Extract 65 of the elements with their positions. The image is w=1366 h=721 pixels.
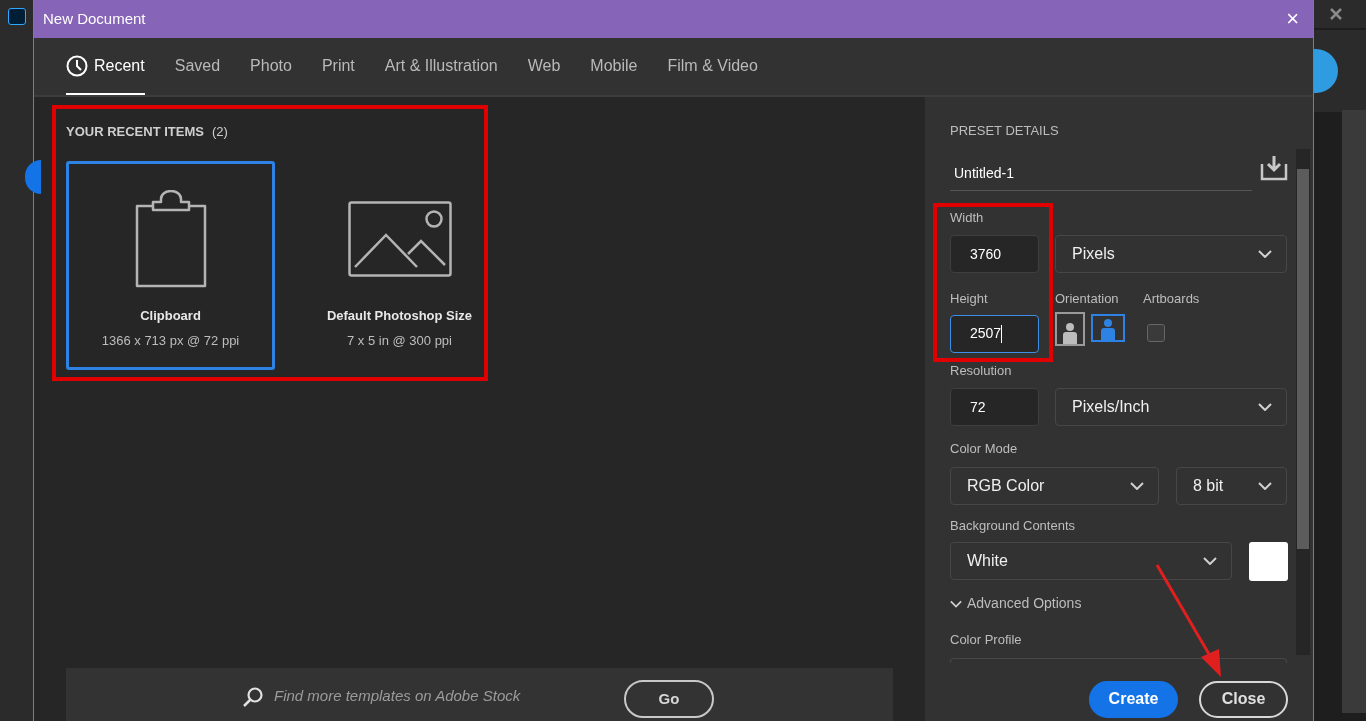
window-title: New Document: [43, 8, 146, 29]
scrollbar[interactable]: [1296, 149, 1310, 655]
chevron-down-icon: [1130, 481, 1144, 490]
tab[interactable]: Film & Video: [667, 38, 758, 95]
field-label: Height: [950, 290, 989, 308]
landscape-button[interactable]: [1091, 313, 1125, 342]
scrollbar[interactable]: [1342, 110, 1366, 713]
go-button[interactable]: Go: [624, 680, 714, 718]
app-logo-icon: [7, 8, 26, 25]
close-button[interactable]: Close: [1199, 680, 1288, 718]
chevron-down-icon: [1258, 481, 1272, 490]
field-label: Orientation: [1055, 290, 1120, 308]
search-field[interactable]: Find more templates on Adobe Stock: [274, 685, 604, 708]
clipboard-icon: [134, 189, 207, 288]
button-edge: [25, 160, 41, 194]
chevron-down-icon: [1203, 557, 1217, 565]
scrollbar-thumb[interactable]: [1297, 169, 1309, 549]
portrait-button[interactable]: [1055, 311, 1085, 346]
dropdown[interactable]: White: [950, 542, 1232, 580]
clock-icon: [66, 54, 88, 77]
field-label: Width: [950, 208, 985, 227]
input-field[interactable]: 2507: [950, 314, 1039, 353]
section-heading: YOUR RECENT ITEMS: [66, 123, 204, 141]
avatar: [1314, 49, 1338, 93]
advanced-options-toggle[interactable]: Advanced Options: [950, 593, 1082, 614]
tab[interactable]: Print: [321, 38, 355, 95]
field-label: Background Contents: [950, 516, 1077, 535]
person-icon: [1061, 321, 1079, 344]
dropdown[interactable]: Pixels/Inch: [1055, 388, 1287, 426]
image-icon: [347, 200, 452, 277]
dropdown[interactable]: Pixels: [1055, 235, 1287, 273]
dropdown[interactable]: 8 bit: [1176, 466, 1287, 505]
card-title: Default Photoshop Size: [326, 306, 473, 325]
save-preset-icon: [1260, 154, 1288, 181]
card-detail: 7 x 5 in @ 300 ppi: [347, 332, 452, 350]
tab[interactable]: Mobile: [590, 38, 638, 95]
name-field[interactable]: Untitled-1: [950, 156, 1252, 191]
input-field[interactable]: 3760: [950, 235, 1039, 273]
field-label: Resolution: [950, 361, 1013, 380]
artboards-checkbox[interactable]: [1147, 323, 1165, 342]
card-detail: 1366 x 713 px @ 72 ppi: [101, 332, 240, 350]
search-icon: [242, 686, 264, 708]
field-label: Artboards: [1143, 290, 1200, 308]
tab[interactable]: Saved: [174, 38, 221, 95]
field-label: Color Mode: [950, 440, 1019, 458]
input-field[interactable]: 72: [950, 388, 1039, 426]
chevron-down-icon: [1258, 250, 1272, 258]
close-icon: [1330, 8, 1342, 20]
preset-card[interactable]: Default Photoshop Size 7 x 5 in @ 300 ppi: [295, 160, 504, 370]
color-swatch[interactable]: [1249, 542, 1288, 581]
field-label: Color Profile: [950, 631, 1023, 649]
card-title: Clipboard: [140, 306, 201, 325]
item-count: (2): [211, 123, 228, 141]
close-button[interactable]: ×: [1286, 8, 1299, 30]
tab[interactable]: Web: [527, 38, 561, 95]
tab[interactable]: Photo: [250, 38, 292, 95]
section-heading: PRESET DETAILS: [950, 122, 1060, 140]
chevron-down-icon: [950, 599, 962, 608]
preset-card[interactable]: Clipboard 1366 x 713 px @ 72 ppi: [66, 160, 275, 370]
chevron-down-icon: [1258, 403, 1272, 411]
tab[interactable]: Recent: [66, 38, 145, 95]
dropdown[interactable]: RGB Color: [950, 466, 1159, 505]
tab[interactable]: Art & Illustration: [384, 38, 498, 95]
person-icon: [1099, 317, 1117, 340]
create-button[interactable]: Create: [1089, 680, 1178, 718]
